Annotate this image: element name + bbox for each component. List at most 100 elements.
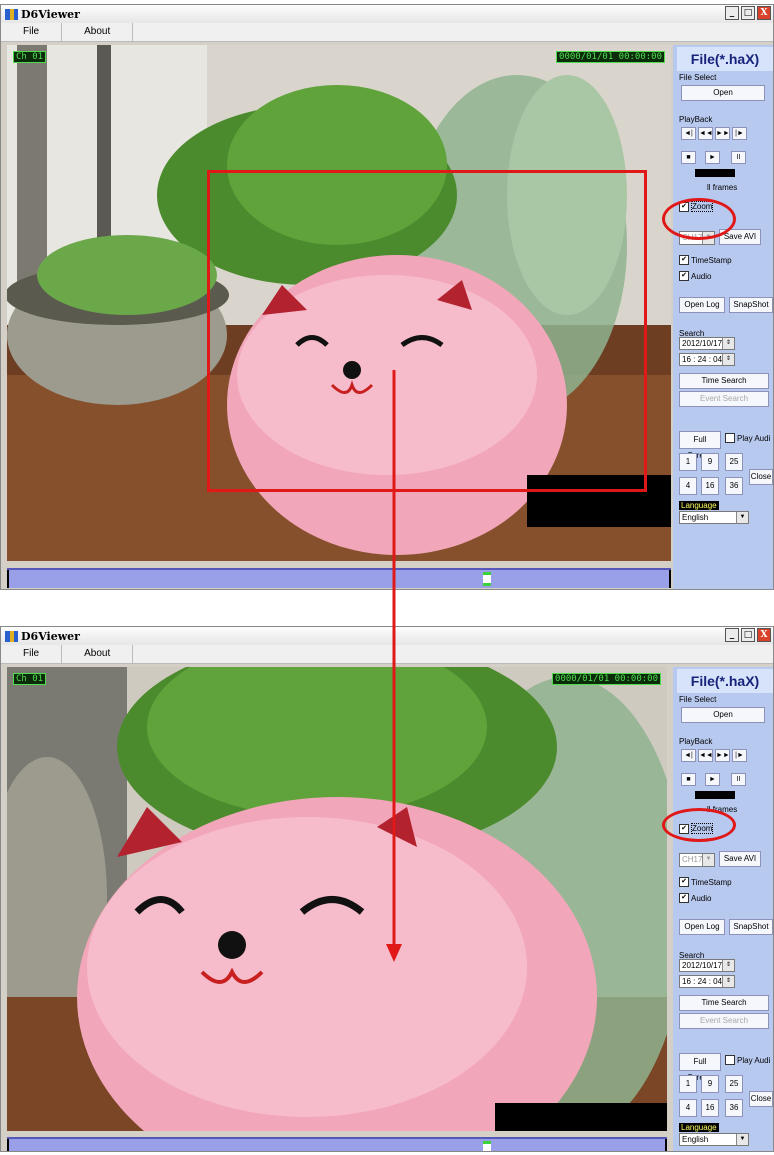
close-window-button[interactable]: X — [757, 628, 771, 642]
time-value: 16 : 24 : 04 — [682, 355, 723, 364]
play-audio-label: Play Audi — [737, 1055, 771, 1065]
camera-image-zoomed — [7, 667, 667, 1131]
play-audio-checkbox[interactable]: Play Audi — [725, 433, 770, 443]
date-field[interactable]: 2012/10/17 ⇕ — [679, 337, 735, 350]
stop-button[interactable]: ■ — [681, 151, 696, 164]
snapshot-button[interactable]: SnapShot — [729, 297, 773, 313]
timestamp-label: TimeStamp — [691, 877, 732, 887]
maximize-button[interactable]: □ — [741, 6, 755, 20]
event-search-button[interactable]: Event Search — [679, 1013, 769, 1029]
menu-file[interactable]: File — [1, 23, 63, 41]
event-search-button[interactable]: Event Search — [679, 391, 769, 407]
skip-back-button[interactable]: ◄| — [681, 127, 696, 140]
menu-file[interactable]: File — [1, 645, 63, 663]
timeline-end-marker — [669, 570, 671, 588]
date-value: 2012/10/17 — [682, 961, 723, 970]
spinner-icon[interactable]: ⇕ — [722, 354, 734, 365]
open-log-button[interactable]: Open Log — [679, 297, 725, 313]
timeline-thumb[interactable] — [483, 1141, 491, 1151]
layout-36-button[interactable]: 36 — [725, 1099, 743, 1117]
layout-25-button[interactable]: 25 — [725, 453, 743, 471]
language-label: Language — [679, 501, 719, 510]
title-bar: D6Viewer _ □ X — [1, 5, 773, 23]
file-type-title: File(*.haX) — [677, 669, 773, 693]
layout-36-button[interactable]: 36 — [725, 477, 743, 495]
app-icon — [5, 8, 18, 20]
timeline-end-marker — [665, 1139, 667, 1151]
pause-button[interactable]: II — [731, 151, 746, 164]
language-select[interactable]: English ▼ — [679, 1133, 749, 1146]
file-select-label: File Select — [679, 695, 717, 704]
minimize-button[interactable]: _ — [725, 628, 739, 642]
time-field[interactable]: 16 : 24 : 04 ⇕ — [679, 975, 735, 988]
check-icon: ✔ — [679, 877, 689, 887]
timeline-thumb[interactable] — [483, 572, 491, 586]
menu-about[interactable]: About — [62, 645, 134, 663]
channel-select[interactable]: CH17 ▼ — [679, 853, 715, 867]
skip-forward-button[interactable]: |► — [732, 127, 747, 140]
audio-checkbox[interactable]: ✔ Audio — [679, 893, 711, 903]
time-field[interactable]: 16 : 24 : 04 ⇕ — [679, 353, 735, 366]
date-field[interactable]: 2012/10/17 ⇕ — [679, 959, 735, 972]
stop-button[interactable]: ■ — [681, 773, 696, 786]
pause-button[interactable]: II — [731, 773, 746, 786]
display-all-frames-checkbox[interactable]: ll frames — [707, 183, 737, 192]
time-search-button[interactable]: Time Search — [679, 373, 769, 389]
open-button[interactable]: Open — [681, 85, 765, 101]
menu-about[interactable]: About — [62, 23, 134, 41]
rewind-button[interactable]: ◄◄ — [698, 127, 713, 140]
save-avi-button[interactable]: Save AVI — [719, 851, 761, 867]
app-icon — [5, 630, 18, 642]
open-button[interactable]: Open — [681, 707, 765, 723]
layout-9-button[interactable]: 9 — [701, 1075, 719, 1093]
skip-forward-button[interactable]: |► — [732, 749, 747, 762]
speed-indicator — [695, 169, 735, 177]
close-button[interactable]: Close — [749, 1091, 773, 1107]
play-button[interactable]: ► — [705, 773, 720, 786]
audio-checkbox[interactable]: ✔ Audio — [679, 271, 711, 281]
timeline-bar[interactable] — [7, 568, 671, 588]
layout-25-button[interactable]: 25 — [725, 1075, 743, 1093]
close-window-button[interactable]: X — [757, 6, 771, 20]
checkbox-empty-icon — [725, 1055, 735, 1065]
zoom-checkbox-highlight-top — [662, 198, 736, 240]
menu-bar: File About — [1, 645, 773, 664]
chevron-down-icon: ▼ — [736, 1134, 748, 1145]
fast-forward-button[interactable]: ►► — [715, 749, 730, 762]
timestamp-label: TimeStamp — [691, 255, 732, 265]
layout-1-button[interactable]: 1 — [679, 453, 697, 471]
layout-4-button[interactable]: 4 — [679, 1099, 697, 1117]
channel-label: Ch 01 — [13, 673, 47, 685]
full-screen-button[interactable]: Full Screen — [679, 431, 721, 460]
timestamp-overlay: 0000/01/01 00:00:00 — [552, 673, 661, 685]
timeline-bar[interactable] — [7, 1137, 667, 1151]
play-button[interactable]: ► — [705, 151, 720, 164]
play-audio-label: Play Audi — [737, 433, 771, 443]
layout-16-button[interactable]: 16 — [701, 1099, 719, 1117]
spinner-icon[interactable]: ⇕ — [722, 338, 734, 349]
full-screen-button[interactable]: Full Screen — [679, 1053, 721, 1082]
layout-9-button[interactable]: 9 — [701, 453, 719, 471]
skip-back-button[interactable]: ◄| — [681, 749, 696, 762]
snapshot-button[interactable]: SnapShot — [729, 919, 773, 935]
timestamp-checkbox[interactable]: ✔ TimeStamp — [679, 255, 732, 265]
language-select[interactable]: English ▼ — [679, 511, 749, 524]
time-search-button[interactable]: Time Search — [679, 995, 769, 1011]
speed-indicator — [695, 791, 735, 799]
play-audio-checkbox[interactable]: Play Audi — [725, 1055, 770, 1065]
close-button[interactable]: Close — [749, 469, 773, 485]
open-log-button[interactable]: Open Log — [679, 919, 725, 935]
layout-4-button[interactable]: 4 — [679, 477, 697, 495]
rewind-button[interactable]: ◄◄ — [698, 749, 713, 762]
layout-1-button[interactable]: 1 — [679, 1075, 697, 1093]
timestamp-checkbox[interactable]: ✔ TimeStamp — [679, 877, 732, 887]
playback-label: PlayBack — [679, 115, 713, 124]
spinner-icon[interactable]: ⇕ — [722, 976, 734, 987]
layout-16-button[interactable]: 16 — [701, 477, 719, 495]
spinner-icon[interactable]: ⇕ — [722, 960, 734, 971]
minimize-button[interactable]: _ — [725, 6, 739, 20]
fast-forward-button[interactable]: ►► — [715, 127, 730, 140]
maximize-button[interactable]: □ — [741, 628, 755, 642]
chevron-down-icon: ▼ — [736, 512, 748, 523]
audio-label: Audio — [691, 893, 712, 903]
